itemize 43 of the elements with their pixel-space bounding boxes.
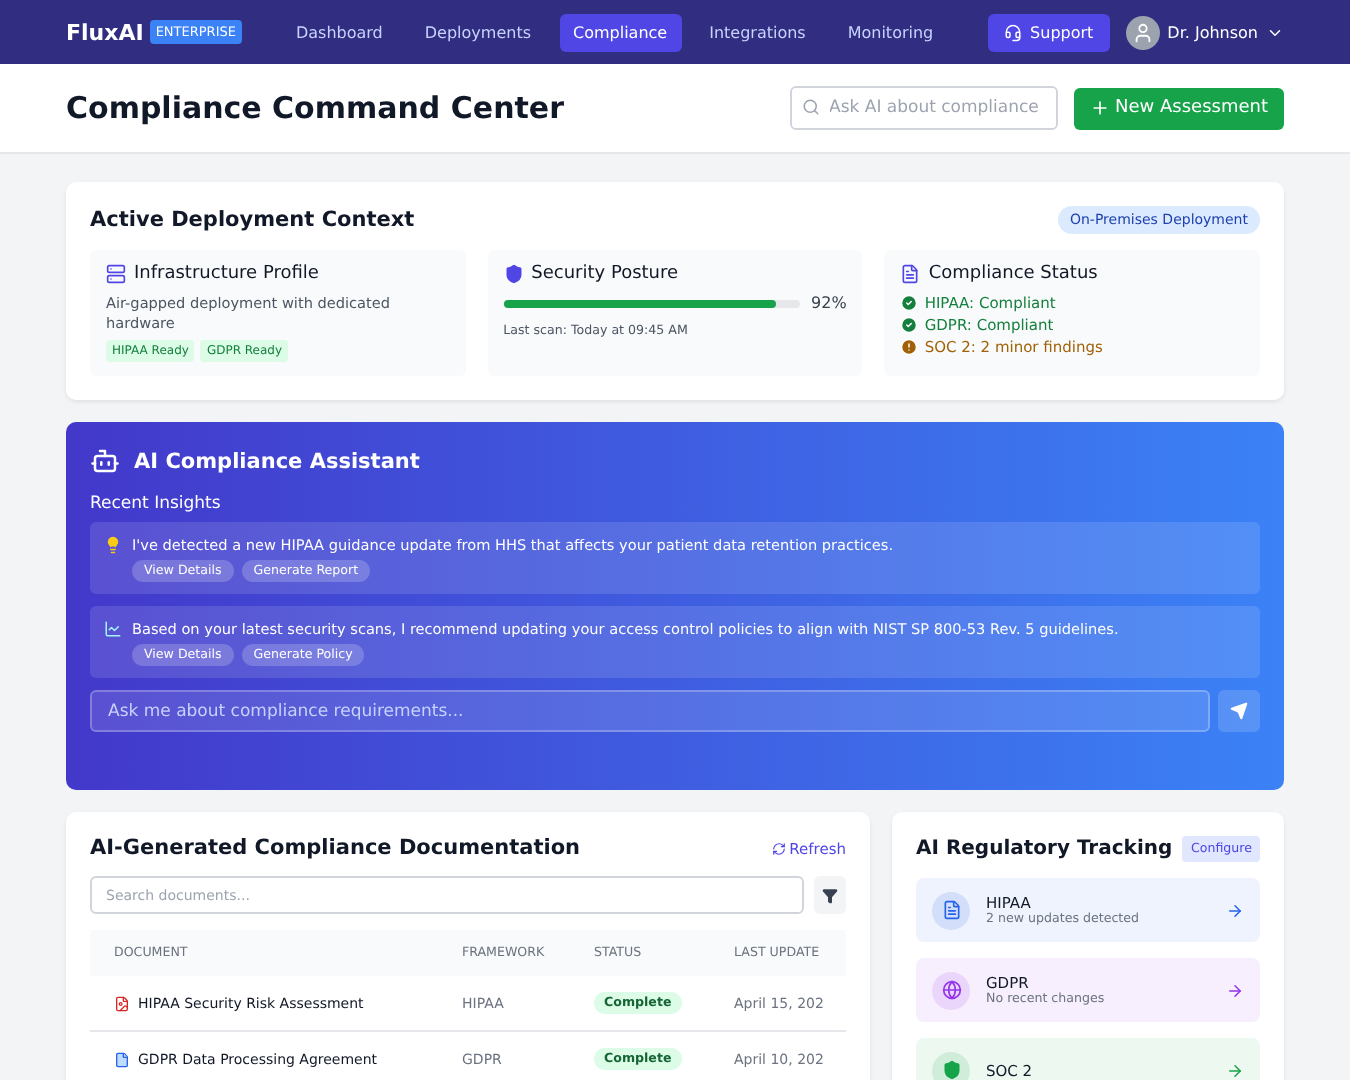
tile-title: Infrastructure Profile — [134, 264, 319, 284]
ask-ai-search-field[interactable]: Ask AI about compliance — [789, 86, 1058, 130]
card-title: Active Deployment Context — [90, 208, 415, 232]
server-icon — [106, 264, 126, 284]
nav-link[interactable]: Monitoring — [833, 13, 948, 51]
filter-button[interactable] — [814, 876, 846, 914]
brand-name: FluxAI — [66, 19, 144, 45]
arrow-right-icon — [1226, 1061, 1244, 1079]
tile-title: Compliance Status — [928, 264, 1098, 284]
support-button[interactable]: Support — [988, 13, 1110, 51]
warning-icon — [900, 338, 919, 356]
arrow-right-icon — [1226, 981, 1244, 999]
card-title: AI-Generated Compliance Documentation — [90, 836, 581, 860]
nav-link[interactable]: Compliance — [559, 13, 682, 51]
check-icon — [900, 316, 919, 334]
arrow-right-icon — [1226, 901, 1244, 919]
headset-icon — [1004, 23, 1023, 41]
recent-insights-label: Recent Insights — [90, 494, 223, 514]
document-icon — [900, 264, 921, 284]
filter-icon — [822, 887, 838, 903]
plus-icon — [1089, 98, 1110, 118]
shield-icon — [503, 264, 524, 284]
new-assessment-button[interactable]: New Assessment — [1073, 87, 1284, 129]
check-icon — [900, 294, 919, 312]
document-file-icon — [114, 1051, 130, 1067]
refresh-icon — [771, 841, 786, 855]
card-title: AI Regulatory Tracking — [916, 838, 1173, 860]
tile-title: Security Posture — [531, 264, 679, 284]
nav-link[interactable]: Integrations — [695, 13, 820, 51]
search-icon — [801, 98, 820, 116]
nav-link[interactable]: Deployments — [410, 13, 545, 51]
page-title: Compliance Command Center — [66, 90, 566, 126]
nav-link[interactable]: Dashboard — [281, 13, 397, 51]
avatar-icon — [1125, 15, 1160, 49]
security-score: 92% — [811, 294, 847, 312]
robot-icon — [90, 446, 120, 476]
lightbulb-icon — [104, 536, 122, 554]
user-menu-button[interactable]: Dr. Johnson — [1125, 15, 1284, 49]
assistant-title: AI Compliance Assistant — [134, 449, 420, 473]
send-button[interactable] — [1218, 690, 1260, 732]
send-icon — [1230, 702, 1248, 720]
line-chart-icon — [104, 620, 122, 638]
pdf-file-icon — [114, 995, 130, 1011]
